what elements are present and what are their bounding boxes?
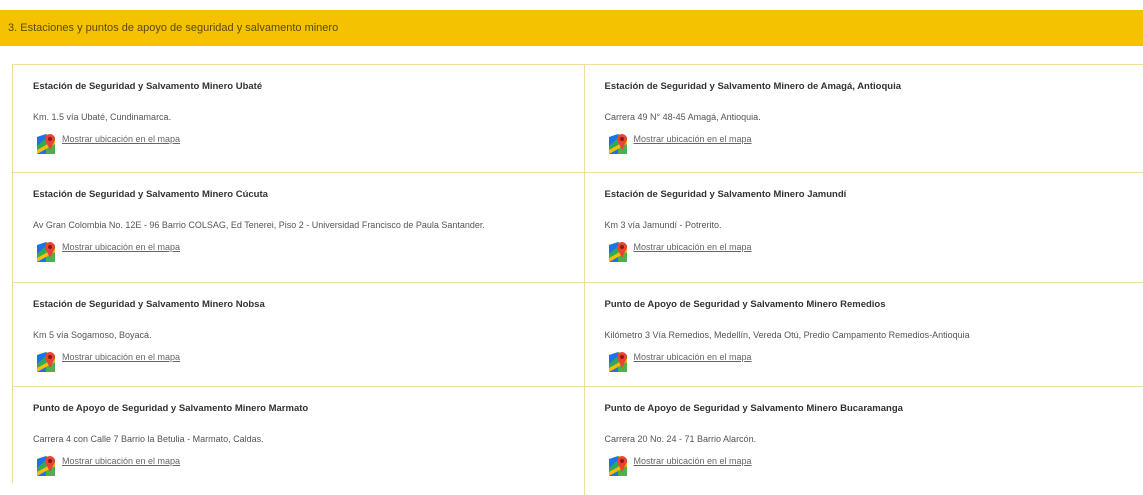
station-name: Punto de Apoyo de Seguridad y Salvamento… bbox=[605, 403, 1143, 415]
station-card: Punto de Apoyo de Seguridad y Salvamento… bbox=[585, 387, 1143, 495]
show-on-map-link[interactable]: Mostrar ubicación en el mapa bbox=[62, 242, 180, 252]
stations-row: Estación de Seguridad y Salvamento Miner… bbox=[13, 283, 1143, 387]
stations-grid: Estación de Seguridad y Salvamento Miner… bbox=[12, 64, 1143, 483]
cropped-heading bbox=[0, 0, 1143, 10]
station-address: Km 3 vía Jamundí - Potrerito. bbox=[605, 219, 1143, 231]
map-link-row[interactable]: Mostrar ubicación en el mapa bbox=[33, 454, 584, 478]
station-address: Av Gran Colombia No. 12E - 96 Barrio COL… bbox=[33, 219, 584, 231]
show-on-map-link[interactable]: Mostrar ubicación en el mapa bbox=[62, 352, 180, 362]
stations-row: Estación de Seguridad y Salvamento Miner… bbox=[13, 173, 1143, 283]
stations-row: Punto de Apoyo de Seguridad y Salvamento… bbox=[13, 387, 1143, 495]
show-on-map-link[interactable]: Mostrar ubicación en el mapa bbox=[634, 242, 752, 252]
station-card: Estación de Seguridad y Salvamento Miner… bbox=[585, 173, 1143, 282]
map-link-row[interactable]: Mostrar ubicación en el mapa bbox=[33, 132, 584, 156]
show-on-map-link[interactable]: Mostrar ubicación en el mapa bbox=[634, 456, 752, 466]
station-name: Punto de Apoyo de Seguridad y Salvamento… bbox=[605, 299, 1143, 311]
google-maps-icon[interactable] bbox=[606, 454, 630, 478]
google-maps-icon[interactable] bbox=[34, 132, 58, 156]
map-link-row[interactable]: Mostrar ubicación en el mapa bbox=[605, 350, 1143, 374]
station-name: Estación de Seguridad y Salvamento Miner… bbox=[33, 299, 584, 311]
map-link-row[interactable]: Mostrar ubicación en el mapa bbox=[605, 240, 1143, 264]
google-maps-icon[interactable] bbox=[34, 454, 58, 478]
google-maps-icon[interactable] bbox=[606, 350, 630, 374]
station-name: Estación de Seguridad y Salvamento Miner… bbox=[605, 81, 1143, 93]
section-header: 3. Estaciones y puntos de apoyo de segur… bbox=[0, 10, 1143, 46]
station-name: Estación de Seguridad y Salvamento Miner… bbox=[605, 189, 1143, 201]
map-link-row[interactable]: Mostrar ubicación en el mapa bbox=[605, 132, 1143, 156]
map-link-row[interactable]: Mostrar ubicación en el mapa bbox=[605, 454, 1143, 478]
station-name: Estación de Seguridad y Salvamento Miner… bbox=[33, 189, 584, 201]
map-link-row[interactable]: Mostrar ubicación en el mapa bbox=[33, 350, 584, 374]
google-maps-icon[interactable] bbox=[34, 350, 58, 374]
google-maps-icon[interactable] bbox=[606, 240, 630, 264]
station-address: Kilómetro 3 Vía Remedios, Medellín, Vere… bbox=[605, 329, 1143, 341]
section-title: 3. Estaciones y puntos de apoyo de segur… bbox=[8, 22, 338, 34]
show-on-map-link[interactable]: Mostrar ubicación en el mapa bbox=[62, 134, 180, 144]
show-on-map-link[interactable]: Mostrar ubicación en el mapa bbox=[634, 134, 752, 144]
station-card: Estación de Seguridad y Salvamento Miner… bbox=[13, 283, 585, 386]
station-address: Carrera 20 No. 24 - 71 Barrio Alarcón. bbox=[605, 433, 1143, 445]
station-name: Estación de Seguridad y Salvamento Miner… bbox=[33, 81, 584, 93]
station-address: Carrera 49 N° 48-45 Amagá, Antioquia. bbox=[605, 111, 1143, 123]
station-card: Punto de Apoyo de Seguridad y Salvamento… bbox=[13, 387, 585, 495]
station-card: Punto de Apoyo de Seguridad y Salvamento… bbox=[585, 283, 1143, 386]
station-address: Carrera 4 con Calle 7 Barrio la Betulia … bbox=[33, 433, 584, 445]
show-on-map-link[interactable]: Mostrar ubicación en el mapa bbox=[62, 456, 180, 466]
map-link-row[interactable]: Mostrar ubicación en el mapa bbox=[33, 240, 584, 264]
station-address: Km 5 vía Sogamoso, Boyacá. bbox=[33, 329, 584, 341]
station-name: Punto de Apoyo de Seguridad y Salvamento… bbox=[33, 403, 584, 415]
station-card: Estación de Seguridad y Salvamento Miner… bbox=[13, 65, 585, 172]
show-on-map-link[interactable]: Mostrar ubicación en el mapa bbox=[634, 352, 752, 362]
station-card: Estación de Seguridad y Salvamento Miner… bbox=[13, 173, 585, 282]
google-maps-icon[interactable] bbox=[34, 240, 58, 264]
stations-row: Estación de Seguridad y Salvamento Miner… bbox=[13, 65, 1143, 173]
google-maps-icon[interactable] bbox=[606, 132, 630, 156]
station-card: Estación de Seguridad y Salvamento Miner… bbox=[585, 65, 1143, 172]
station-address: Km. 1.5 vía Ubaté, Cundinamarca. bbox=[33, 111, 584, 123]
